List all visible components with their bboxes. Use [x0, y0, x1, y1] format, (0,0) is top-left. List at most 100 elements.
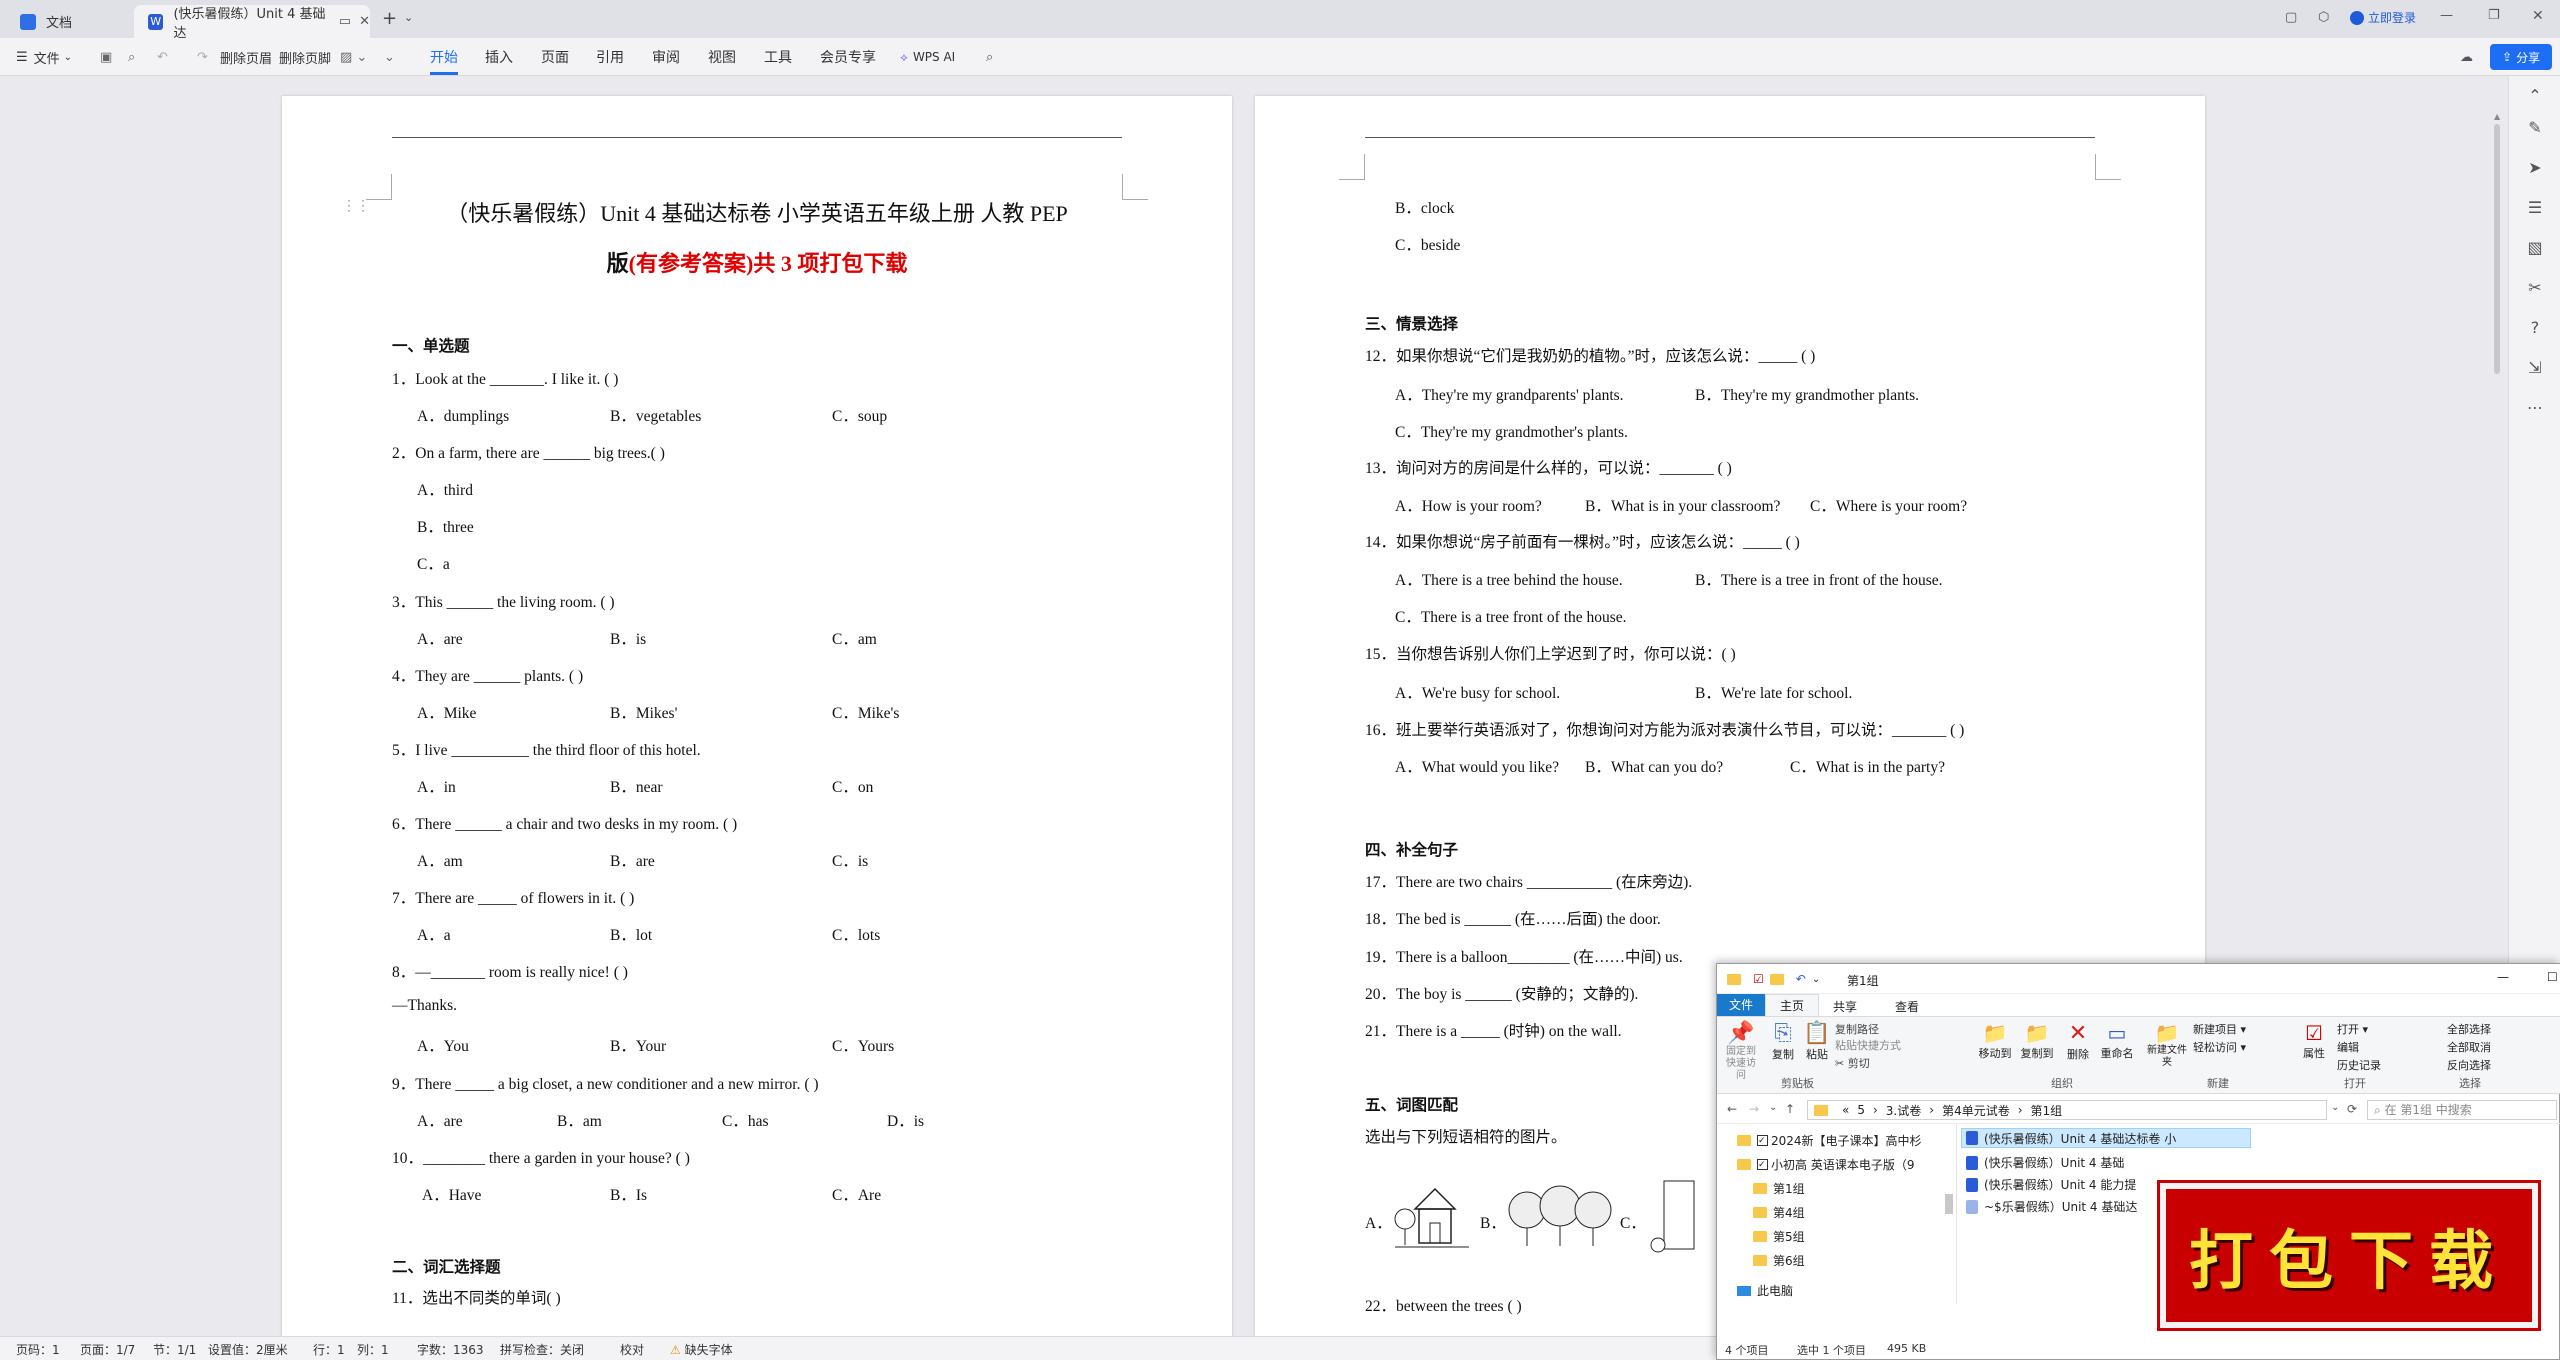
status-missing-font[interactable]: ⚠ 缺失字体 [670, 1341, 733, 1358]
address-bar[interactable]: « 5 › 3.试卷 › 第4单元试卷 › 第1组 [1807, 1100, 2327, 1120]
cut-button[interactable]: ✂ 剪切 [1835, 1055, 1870, 1071]
select-all-button[interactable]: 全部选择 [2447, 1021, 2491, 1037]
edit-icon[interactable]: ✎ [2525, 118, 2545, 138]
edit-button[interactable]: 编辑 [2337, 1039, 2359, 1055]
drag-handle-icon[interactable]: ⋮⋮ [342, 198, 370, 215]
open-button[interactable]: 打开 ▾ [2337, 1021, 2368, 1037]
undo-icon[interactable]: ↶ [1796, 972, 1806, 986]
paste-button[interactable]: 📋 粘贴 [1803, 1021, 1831, 1062]
path-segment[interactable]: 第4单元试卷 [1942, 1102, 2010, 1119]
nav-item[interactable]: 第4组 [1753, 1204, 1805, 1221]
paste-shortcut-button[interactable]: 粘贴快捷方式 [1835, 1037, 1901, 1053]
back-icon[interactable]: ← [1727, 1102, 1737, 1116]
path-segment[interactable]: « [1842, 1103, 1849, 1117]
undo-icon[interactable]: ↶ [157, 38, 168, 76]
file-row[interactable]: (快乐暑假练）Unit 4 能力提 [1966, 1176, 2136, 1193]
up-icon[interactable]: ↑ [1785, 1102, 1795, 1116]
nav-item[interactable]: 第5组 [1753, 1228, 1805, 1245]
properties-button[interactable]: ☑ 属性 [2299, 1021, 2329, 1061]
save-icon[interactable]: ▣ [100, 38, 112, 76]
restore-icon[interactable]: ❐ [2488, 8, 2500, 23]
status-pages[interactable]: 页面：1/7 [80, 1341, 135, 1358]
properties-icon[interactable]: ☑ [1753, 972, 1764, 986]
copy-to-button[interactable]: 📁 复制到 [2017, 1021, 2057, 1061]
wps-ai-button[interactable]: ⟡ WPS AI [900, 38, 955, 76]
monitor-icon[interactable]: ▭ [339, 14, 351, 29]
minimize-icon[interactable]: — [2440, 8, 2453, 23]
invert-selection-button[interactable]: 反向选择 [2447, 1057, 2491, 1073]
format-painter-icon[interactable]: ⌕ [128, 38, 135, 76]
minimize-icon[interactable]: — [2497, 970, 2509, 984]
rename-button[interactable]: ▭ 重命名 [2097, 1021, 2137, 1061]
maximize-icon[interactable]: ☐ [2547, 970, 2558, 984]
history-button[interactable]: 历史记录 [2337, 1057, 2381, 1073]
refresh-icon[interactable]: ⟳ [2347, 1102, 2357, 1116]
forward-icon[interactable]: → [1749, 1102, 1759, 1116]
nav-item[interactable]: 第1组 [1753, 1180, 1805, 1197]
window-icon[interactable]: ▢ [2285, 10, 2297, 25]
new-tab-icon[interactable]: + [382, 8, 397, 29]
tools-icon[interactable]: ✂ [2525, 278, 2545, 298]
scroll-up-icon[interactable]: ▲ [2494, 112, 2500, 121]
login-button[interactable]: 立即登录 [2350, 9, 2416, 26]
tab-file[interactable]: 文件 [1717, 994, 1765, 1016]
menu-review[interactable]: 审阅 [652, 47, 680, 67]
menu-page[interactable]: 页面 [541, 47, 569, 67]
close-tab-icon[interactable]: ✕ [359, 14, 370, 29]
nav-item[interactable]: 第6组 [1753, 1252, 1805, 1269]
chevron-down-icon[interactable]: ⌄ [1812, 974, 1820, 985]
scrollbar-thumb[interactable] [2494, 124, 2500, 374]
recent-chevron-icon[interactable]: ⌄ [1769, 1102, 1777, 1113]
settings-slider-icon[interactable]: ☰ [2525, 198, 2545, 218]
pin-quick-access-button[interactable]: 📌 固定到快速访问 [1723, 1021, 1759, 1082]
move-to-button[interactable]: 📁 移动到 [1975, 1021, 2015, 1061]
new-item-button[interactable]: 新建项目 ▾ [2193, 1021, 2246, 1037]
export-icon[interactable]: ⇲ [2525, 358, 2545, 378]
menu-insert[interactable]: 插入 [485, 47, 513, 67]
easy-access-button[interactable]: 轻松访问 ▾ [2193, 1039, 2246, 1055]
search-input[interactable]: ⌕ 在 第1组 中搜索 [2367, 1100, 2557, 1120]
status-proofread[interactable]: 校对 [620, 1341, 644, 1358]
download-promo-banner[interactable]: 打包下载 [2160, 1183, 2538, 1328]
copy-button[interactable]: ⎘ 复制 [1769, 1021, 1797, 1062]
file-row-selected[interactable]: (快乐暑假练）Unit 4 基础达标卷 小 [1961, 1128, 2251, 1148]
menu-view[interactable]: 视图 [708, 47, 736, 67]
new-folder-icon[interactable] [1769, 973, 1784, 985]
tab-docs[interactable]: 文档 [6, 5, 134, 38]
status-wordcount[interactable]: 字数：1363 [417, 1341, 484, 1358]
file-row[interactable]: ~$乐暑假练）Unit 4 基础达 [1966, 1198, 2137, 1215]
tab-document[interactable]: W (快乐暑假练）Unit 4 基础达 ▭ ✕ [134, 5, 370, 41]
menu-member[interactable]: 会员专享 [820, 47, 876, 67]
image-icon[interactable]: ▧ [2525, 238, 2545, 258]
tab-view[interactable]: 查看 [1895, 998, 1919, 1015]
menu-tools[interactable]: 工具 [764, 47, 792, 67]
nav-item[interactable]: ✓ 2024新【电子课本】高中杉 [1737, 1132, 1922, 1149]
copy-path-button[interactable]: 复制路径 [1835, 1021, 1879, 1037]
status-spellcheck[interactable]: 拼写检查：关闭 [500, 1341, 584, 1358]
shape-icon[interactable]: ▨ ⌄ [340, 38, 367, 76]
nav-scrollbar-thumb[interactable] [1945, 1194, 1953, 1214]
delete-footer-button[interactable]: 删除页脚 [279, 38, 331, 76]
new-folder-button[interactable]: 📁 新建文件夹 [2147, 1021, 2187, 1069]
path-segment[interactable]: 5 [1857, 1103, 1865, 1117]
file-row[interactable]: (快乐暑假练）Unit 4 基础 [1966, 1154, 2124, 1171]
nav-item-this-pc[interactable]: 此电脑 [1737, 1282, 1793, 1299]
file-menu[interactable]: ☰ 文件 ⌄ [16, 38, 72, 76]
collapse-icon[interactable]: ⌃ [2525, 86, 2545, 106]
address-dropdown-icon[interactable]: ⌄ [2331, 1102, 2339, 1113]
close-window-icon[interactable]: ✕ [2532, 8, 2544, 24]
select-icon[interactable]: ➤ [2525, 158, 2545, 178]
more-icon[interactable]: ⋯ [2525, 398, 2545, 418]
redo-icon[interactable]: ↷ [197, 38, 208, 76]
nav-item[interactable]: ✓ 小初高 英语课本电子版（9 [1737, 1156, 1914, 1173]
share-button[interactable]: ⇪ 分享 [2490, 44, 2553, 70]
menu-home[interactable]: 开始 [430, 47, 458, 75]
tab-home[interactable]: 主页 [1765, 994, 1819, 1016]
cloud-icon[interactable]: ☁ [2460, 38, 2473, 76]
search-icon[interactable]: ⌕ [986, 38, 993, 76]
delete-header-button[interactable]: 删除页眉 [220, 38, 272, 76]
chevron-down-icon[interactable]: ⌄ [404, 11, 413, 24]
tab-share[interactable]: 共享 [1833, 998, 1857, 1015]
delete-button[interactable]: ✕ 删除 [2063, 1021, 2093, 1062]
path-segment[interactable]: 第1组 [2031, 1102, 2063, 1119]
